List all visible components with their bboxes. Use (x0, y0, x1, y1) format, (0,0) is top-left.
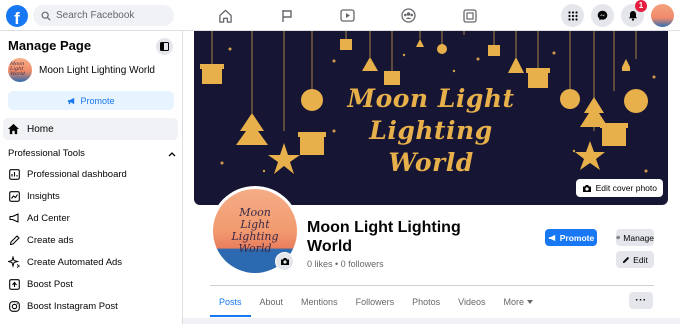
groups-icon[interactable] (378, 0, 439, 31)
megaphone-icon (68, 97, 75, 104)
sparkle-icon (8, 256, 20, 268)
search-input[interactable] (56, 10, 166, 21)
sidebar-page-switcher[interactable]: Moon Light World Moon Light Lighting World (8, 58, 155, 82)
home-icon (7, 123, 20, 135)
top-navigation-bar: f 1 (0, 0, 680, 31)
search-box[interactable] (33, 5, 174, 26)
more-options-label: ··· (635, 295, 647, 306)
tab-label: More (503, 297, 524, 307)
facebook-logo-icon[interactable]: f (6, 5, 28, 27)
tab-label: About (259, 297, 284, 307)
cover-title-line: Lighting (369, 116, 493, 145)
gear-icon (616, 235, 620, 240)
tab-photos[interactable]: Photos (403, 289, 449, 315)
profile-logo-line: World (238, 242, 272, 255)
tab-mentions[interactable]: Mentions (292, 289, 347, 315)
page-stats: 0 likes • 0 followers (307, 259, 384, 269)
promote-label: Promote (559, 232, 595, 243)
sidebar-item-home[interactable]: Home (3, 118, 178, 140)
page-avatar-logo: Moon Light World (10, 61, 25, 77)
cover-photo[interactable]: Moon Light Lighting World Edit cover pho… (194, 31, 668, 205)
insights-icon (8, 190, 20, 202)
cover-title: Moon Light Lighting World (194, 83, 668, 179)
manage-page-sidebar: Manage Page Moon Light World Moon Light Li… (0, 31, 183, 324)
account-controls: 1 (561, 0, 674, 27)
manage-button[interactable]: Manage (616, 229, 654, 246)
notifications-icon[interactable]: 1 (621, 0, 647, 27)
search-icon (41, 11, 51, 21)
tab-more[interactable]: More (494, 289, 542, 315)
sidebar-item-create-automated-ads[interactable]: Create Automated Ads (8, 256, 122, 268)
account-avatar[interactable] (651, 4, 674, 27)
edit-label: Edit (633, 254, 648, 265)
sidebar-title: Manage Page (8, 38, 92, 53)
sidebar-item-label: Create Automated Ads (27, 256, 123, 268)
sidebar-item-ad-center[interactable]: Ad Center (8, 212, 70, 224)
tab-posts[interactable]: Posts (210, 289, 251, 317)
feed-background (183, 318, 680, 324)
sidebar-promote-label: Promote (80, 95, 115, 106)
edit-button[interactable]: Edit (616, 251, 654, 268)
video-icon[interactable] (317, 0, 378, 31)
gaming-icon[interactable] (439, 0, 500, 31)
more-options-button[interactable]: ··· (629, 292, 653, 309)
cover-title-line: Moon Light (347, 84, 515, 113)
menu-grid-icon[interactable] (561, 4, 584, 27)
promote-button[interactable]: Promote (545, 229, 597, 246)
sidebar-item-label: Create ads (27, 234, 74, 246)
cover-title-line: World (388, 148, 474, 177)
sidebar-item-label: Boost Post (27, 278, 73, 290)
pencil-icon (623, 256, 630, 263)
page-tabs: Posts About Mentions Followers Photos Vi… (210, 289, 542, 317)
tab-about[interactable]: About (251, 289, 293, 315)
sidebar-item-professional-dashboard[interactable]: Professional dashboard (8, 168, 127, 180)
sidebar-item-create-ads[interactable]: Create ads (8, 234, 73, 246)
sidebar-item-boost-instagram-post[interactable]: Boost Instagram Post (8, 300, 118, 312)
tabs-divider (210, 285, 654, 286)
logo-letter: f (14, 9, 20, 27)
messenger-icon[interactable] (591, 4, 614, 27)
sidebar-item-label: Professional dashboard (27, 168, 127, 180)
tab-followers[interactable]: Followers (347, 289, 404, 315)
sidebar-item-home-label: Home (27, 123, 54, 135)
home-icon[interactable] (195, 0, 256, 31)
page-title: Moon Light Lighting World (307, 219, 461, 255)
sidebar-page-name: Moon Light Lighting World (39, 64, 155, 76)
caret-down-icon (527, 300, 533, 304)
section-label: Professional Tools (8, 148, 85, 159)
edit-cover-label: Edit cover photo (595, 183, 657, 193)
dashboard-icon (8, 168, 20, 180)
chevron-up-icon (168, 151, 176, 156)
tab-label: Mentions (301, 297, 338, 307)
tab-label: Posts (219, 297, 242, 307)
camera-icon (582, 184, 591, 192)
tab-label: Photos (412, 297, 441, 307)
sidebar-promote-button[interactable]: Promote (8, 91, 174, 110)
megaphone-icon (8, 212, 20, 224)
sidebar-collapse-icon[interactable] (156, 38, 173, 55)
megaphone-icon (548, 234, 555, 241)
tab-label: Followers (355, 297, 395, 307)
flag-icon[interactable] (256, 0, 317, 31)
pencil-icon (8, 234, 20, 246)
notification-badge: 1 (635, 0, 647, 12)
profile-logo-text: Moon Light Lighting World (223, 207, 287, 255)
manage-label: Manage (623, 232, 654, 243)
sidebar-item-insights[interactable]: Insights (8, 190, 60, 202)
instagram-icon (8, 300, 20, 312)
professional-tools-header[interactable]: Professional Tools (8, 148, 176, 159)
tab-videos[interactable]: Videos (449, 289, 494, 315)
sidebar-item-label: Insights (27, 190, 60, 202)
main-nav (195, 0, 500, 31)
page-main: Moon Light Lighting World Edit cover pho… (183, 31, 680, 324)
sidebar-item-label: Ad Center (27, 212, 70, 224)
edit-cover-photo-button[interactable]: Edit cover photo (575, 179, 663, 197)
tab-label: Videos (458, 297, 486, 307)
sidebar-item-label: Boost Instagram Post (27, 300, 118, 312)
boost-icon (8, 278, 20, 290)
page-avatar: Moon Light World (8, 58, 32, 82)
sidebar-item-boost-post[interactable]: Boost Post (8, 278, 73, 290)
update-profile-picture-camera-icon[interactable] (275, 252, 294, 271)
